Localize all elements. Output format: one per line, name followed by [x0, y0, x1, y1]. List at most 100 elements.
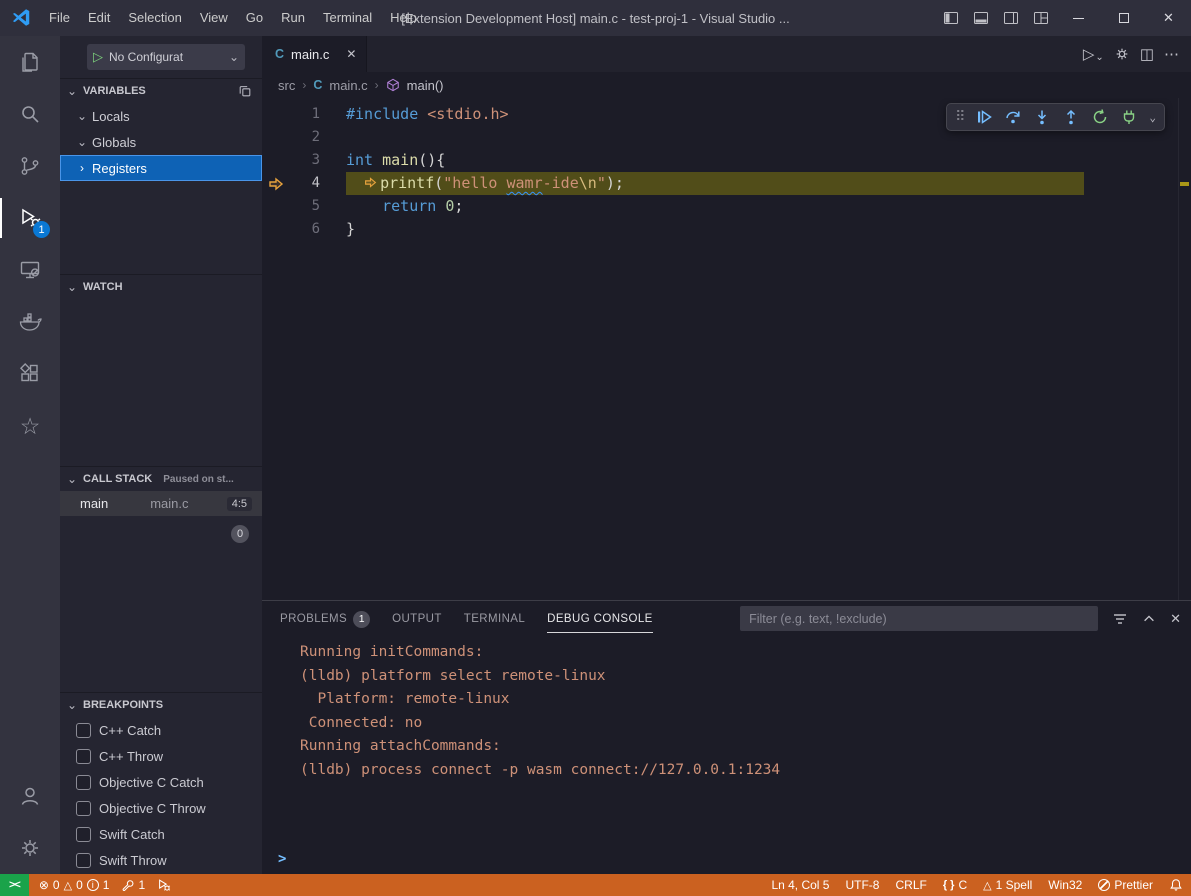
encoding-indicator[interactable]: UTF-8	[837, 874, 887, 896]
breakpoint-checkbox[interactable]	[76, 801, 91, 816]
spell-checker-status[interactable]: △ 1 Spell	[975, 874, 1040, 896]
remote-explorer-icon[interactable]	[0, 244, 60, 296]
explorer-icon[interactable]	[0, 36, 60, 88]
variables-row-locals[interactable]: ⌄Locals	[60, 103, 262, 129]
panel-tab-terminal[interactable]: TERMINAL	[464, 604, 525, 633]
language-mode[interactable]: { } C	[935, 874, 975, 896]
notifications-bell[interactable]	[1161, 874, 1191, 896]
formatter-status[interactable]: Prettier	[1090, 874, 1161, 896]
chevron-down-icon[interactable]: ⌄	[1149, 111, 1156, 124]
variables-row-registers[interactable]: ›Registers	[60, 155, 262, 181]
close-button[interactable]: ✕	[1146, 0, 1191, 36]
step-out-button[interactable]	[1062, 108, 1080, 126]
breakpoint-checkbox[interactable]	[76, 853, 91, 868]
breakpoint-checkbox[interactable]	[76, 775, 91, 790]
breakpoint-checkbox[interactable]	[76, 723, 91, 738]
code-line-5[interactable]: 5 return 0;	[262, 195, 1191, 218]
step-into-button[interactable]	[1033, 108, 1051, 126]
breakpoint-row[interactable]: Swift Throw	[60, 847, 262, 873]
console-prompt[interactable]: >	[278, 851, 286, 867]
minimize-button[interactable]	[1056, 0, 1101, 36]
customize-layout-icon[interactable]	[1026, 0, 1056, 36]
cursor-position[interactable]: Ln 4, Col 5	[763, 874, 837, 896]
breakpoint-checkbox[interactable]	[76, 749, 91, 764]
breadcrumb-file[interactable]: main.c	[329, 78, 367, 93]
breakpoint-row[interactable]: Swift Catch	[60, 821, 262, 847]
breadcrumb-symbol[interactable]: main()	[407, 78, 444, 93]
eol-indicator[interactable]: CRLF	[887, 874, 934, 896]
breadcrumb-folder[interactable]: src	[278, 78, 295, 93]
debug-console[interactable]: Running initCommands:(lldb) platform sel…	[262, 636, 1191, 874]
start-debug-icon[interactable]: ▷	[93, 49, 103, 65]
disconnect-button[interactable]	[1120, 108, 1138, 126]
maximize-panel-icon[interactable]	[1142, 612, 1156, 626]
toggle-sidebar-icon[interactable]	[936, 0, 966, 36]
tab-main-c[interactable]: C main.c ✕	[262, 36, 367, 72]
menu-terminal[interactable]: Terminal	[314, 0, 381, 36]
star-extension-icon[interactable]: ☆	[0, 400, 60, 452]
menu-go[interactable]: Go	[237, 0, 272, 36]
continue-button[interactable]	[975, 108, 993, 126]
code-editor[interactable]: 1#include <stdio.h>23int main(){4 printf…	[262, 98, 1191, 600]
split-editor-icon[interactable]: ◫	[1140, 45, 1154, 63]
variables-title: VARIABLES	[83, 85, 146, 97]
stack-frame-row[interactable]: main main.c 4:5	[60, 491, 262, 516]
code-line-4[interactable]: 4 printf("hello wamr-ide\n");	[262, 172, 1191, 195]
restart-button[interactable]	[1091, 108, 1109, 126]
source-control-icon[interactable]	[0, 140, 60, 192]
panel-tab-debug-console[interactable]: DEBUG CONSOLE	[547, 604, 653, 633]
console-line: Running attachCommands:	[300, 735, 1191, 759]
menu-help[interactable]: Help	[381, 0, 426, 36]
docker-icon[interactable]	[0, 296, 60, 348]
close-tab-icon[interactable]: ✕	[346, 47, 356, 61]
menu-selection[interactable]: Selection	[119, 0, 190, 36]
step-over-button[interactable]	[1004, 108, 1022, 126]
run-debug-icon[interactable]: 1	[0, 192, 60, 244]
menu-view[interactable]: View	[191, 0, 237, 36]
toggle-panel-icon[interactable]	[966, 0, 996, 36]
launch-config-dropdown[interactable]: ▷ No Configurat ⌄	[87, 44, 245, 70]
config-dropdown-label: No Configurat	[109, 50, 223, 64]
panel-tab-problems[interactable]: PROBLEMS1	[280, 602, 370, 636]
more-actions-icon[interactable]: ⋯	[1164, 45, 1179, 63]
copy-icon[interactable]	[238, 84, 252, 98]
overview-ruler[interactable]	[1178, 98, 1191, 600]
platform-indicator[interactable]: Win32	[1040, 874, 1090, 896]
close-panel-icon[interactable]: ✕	[1170, 611, 1181, 627]
problems-status[interactable]: ⊗ 0 △ 0 1	[33, 874, 116, 896]
maximize-button[interactable]	[1101, 0, 1146, 36]
breakpoints-section-header[interactable]: ⌄ BREAKPOINTS	[60, 693, 262, 717]
search-icon[interactable]	[0, 88, 60, 140]
drag-handle-icon[interactable]: ⠿	[955, 109, 964, 125]
filter-lines-icon[interactable]	[1112, 611, 1128, 627]
panel-tab-output[interactable]: OUTPUT	[392, 604, 442, 633]
variables-section-header[interactable]: ⌄ VARIABLES	[60, 79, 262, 103]
extensions-icon[interactable]	[0, 348, 60, 400]
debug-launch-status[interactable]	[151, 874, 177, 896]
panel-tab-label: OUTPUT	[392, 613, 442, 625]
call-stack-section-header[interactable]: ⌄ CALL STACK Paused on st...	[60, 467, 262, 491]
variables-row-label: Locals	[92, 109, 130, 124]
breakpoint-checkbox[interactable]	[76, 827, 91, 842]
breakpoint-row[interactable]: C++ Catch	[60, 717, 262, 743]
tools-status[interactable]: 1	[115, 874, 151, 896]
toggle-secondary-sidebar-icon[interactable]	[996, 0, 1026, 36]
breakpoint-row[interactable]: Objective C Catch	[60, 769, 262, 795]
editor-settings-gear-icon[interactable]	[1114, 46, 1130, 62]
menu-run[interactable]: Run	[272, 0, 314, 36]
inline-breakpoint-icon[interactable]	[364, 176, 377, 189]
menu-edit[interactable]: Edit	[79, 0, 119, 36]
editor-actions: ▷⌄ ◫ ⋯	[1083, 45, 1191, 63]
code-line-6[interactable]: 6}	[262, 218, 1191, 241]
account-icon[interactable]	[0, 770, 60, 822]
variables-row-globals[interactable]: ⌄Globals	[60, 129, 262, 155]
run-file-button[interactable]: ▷⌄	[1083, 45, 1104, 63]
code-line-3[interactable]: 3int main(){	[262, 149, 1191, 172]
watch-section-header[interactable]: ⌄ WATCH	[60, 275, 262, 299]
console-filter-input[interactable]	[740, 606, 1098, 631]
remote-indicator[interactable]: ><	[0, 874, 29, 896]
breakpoint-row[interactable]: Objective C Throw	[60, 795, 262, 821]
breakpoint-row[interactable]: C++ Throw	[60, 743, 262, 769]
settings-gear-icon[interactable]	[0, 822, 60, 874]
menu-file[interactable]: File	[40, 0, 79, 36]
